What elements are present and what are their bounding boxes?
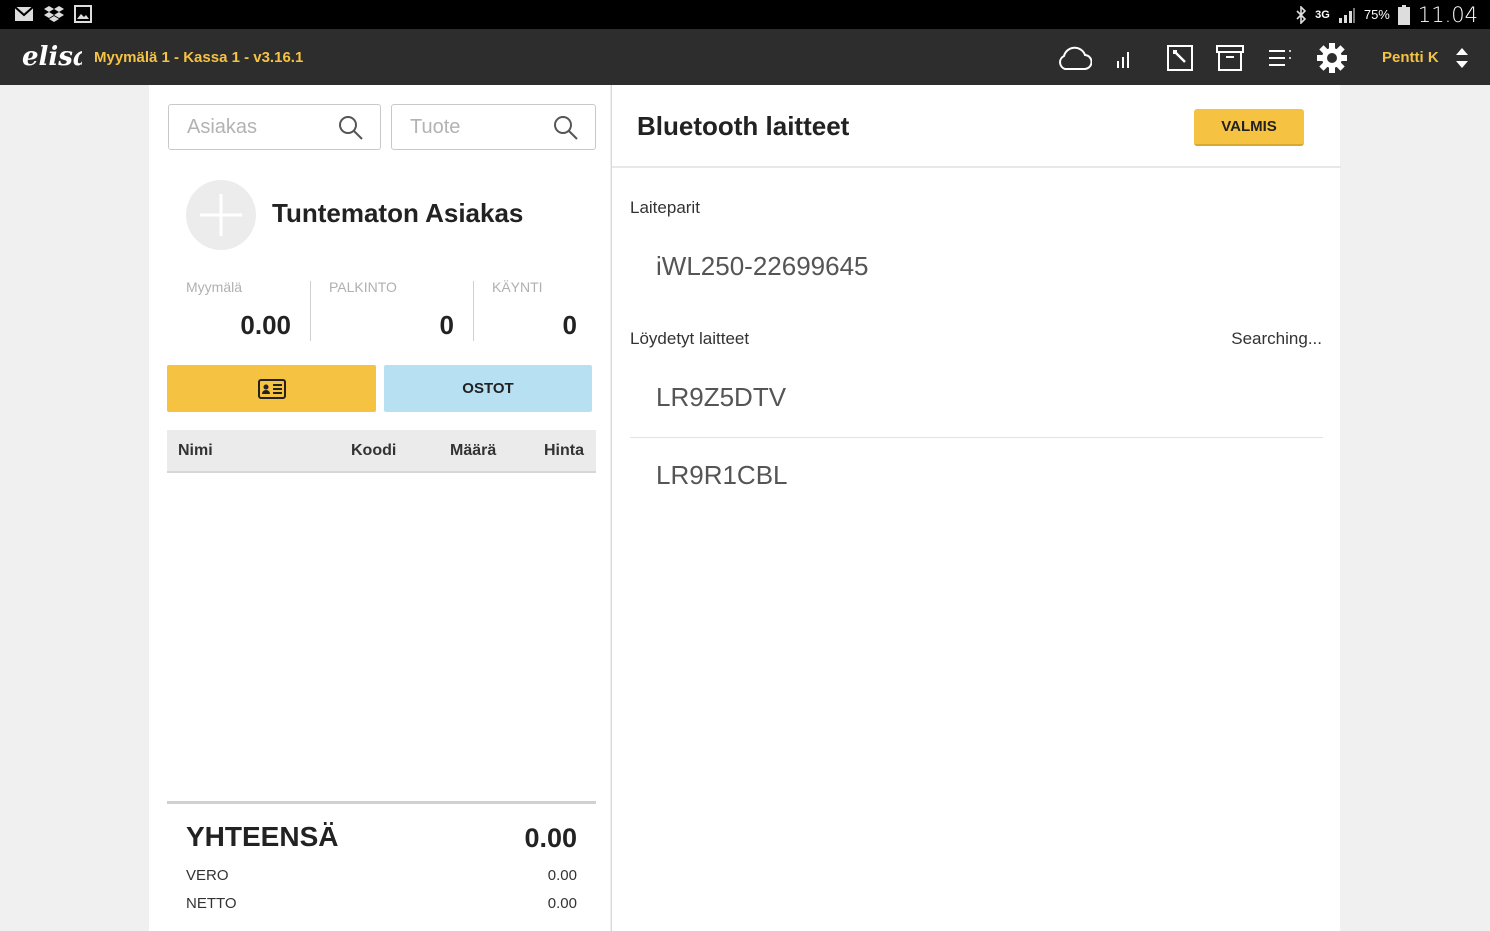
network-type: 3G [1315,8,1330,21]
add-customer-button[interactable] [186,180,256,250]
stat-divider [310,281,311,341]
found-devices-label: Löydetyt laitteet [630,329,750,348]
tax-value: 0.00 [547,867,577,884]
purchases-button[interactable]: OSTOT [384,365,592,412]
mail-icon [14,6,34,21]
net-value: 0.00 [547,895,577,912]
sale-panel: Tuntematon Asiakas Myymälä 0.00 PALKINTO… [149,85,610,931]
found-device-item[interactable]: LR9Z5DTV [656,382,786,413]
battery-icon [1397,4,1410,25]
paired-devices-label: Laiteparit [630,198,700,217]
customer-name: Tuntematon Asiakas [272,198,524,228]
system-status-bar: 3G 75% 11.04 [0,0,1490,29]
bluetooth-panel: Bluetooth laitteet VALMIS Laiteparit iWL… [611,85,1341,931]
column-quantity: Määrä [450,442,497,459]
stat-reward-label: PALKINTO [329,279,397,295]
search-icon[interactable] [552,114,580,142]
searching-status: Searching... [1231,329,1322,348]
tax-label: VERO [186,867,229,884]
sort-arrows-icon[interactable] [1454,46,1470,70]
stat-visits-label: KÄYNTI [492,279,543,295]
menu-list-button[interactable] [1262,41,1298,75]
cloud-sync-button[interactable] [1056,41,1092,75]
plus-icon [200,194,242,236]
total-label: YHTEENSÄ [186,821,339,852]
image-icon [74,5,92,23]
gear-icon [1317,43,1347,73]
app-header: elisa Myymälä 1 - Kassa 1 - v3.16.1 Pent… [0,29,1490,85]
elisa-logo: elisa [22,42,82,72]
signal-status-button[interactable] [1105,41,1141,75]
signal-bars-icon [1117,52,1129,68]
notification-icons [14,5,92,23]
archive-icon [1216,45,1244,71]
stat-store-label: Myymälä [186,279,243,295]
search-icon[interactable] [337,114,365,142]
panel-title: Bluetooth laitteet [637,111,850,141]
clock: 11.04 [1417,2,1478,27]
customer-search[interactable] [168,104,381,150]
logo-text: elisa [22,42,82,72]
dropbox-icon [44,6,64,22]
customer-search-input[interactable] [187,116,327,139]
store-title: Myymälä 1 - Kassa 1 - v3.16.1 [94,49,304,66]
totals-divider [167,801,596,804]
card-terminal-button[interactable] [1162,41,1198,75]
stat-store-value: 0.00 [240,310,291,340]
product-search-input[interactable] [410,116,550,139]
id-card-icon [257,378,286,399]
archive-button[interactable] [1212,41,1248,75]
header-divider [612,166,1341,168]
sale-table-header: Nimi Koodi Määrä Hinta [167,430,596,473]
customer-card-button[interactable] [167,365,376,412]
cloud-icon [1059,46,1092,70]
found-device-item[interactable]: LR9R1CBL [656,460,788,491]
column-name: Nimi [178,442,213,459]
product-search[interactable] [391,104,596,150]
user-name[interactable]: Pentti K [1382,49,1439,66]
stat-reward-value: 0 [439,310,454,340]
column-price: Hinta [544,442,584,459]
stat-divider [473,281,474,341]
terminal-icon [1167,45,1193,71]
signal-icon [1338,7,1355,23]
done-button[interactable]: VALMIS [1194,109,1304,146]
paired-device-item[interactable]: iWL250-22699645 [656,251,869,282]
net-label: NETTO [186,895,237,912]
bluetooth-icon [1296,5,1307,24]
battery-percent: 75% [1363,7,1390,22]
device-divider [630,437,1323,438]
settings-button[interactable] [1314,41,1350,75]
stat-visits-value: 0 [562,310,577,340]
total-value: 0.00 [524,823,577,853]
list-icon [1269,50,1291,66]
column-code: Koodi [351,442,397,459]
